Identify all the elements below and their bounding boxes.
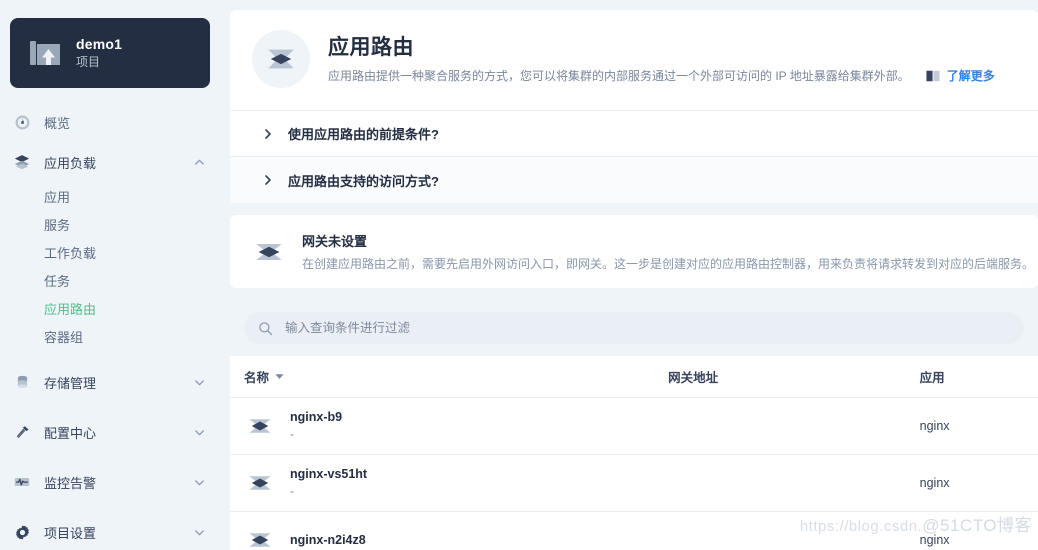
project-blueprint-icon (28, 36, 62, 70)
sidebar-item-overview[interactable]: 概览 (0, 102, 220, 142)
page-header: 应用路由 应用路由提供一种聚合服务的方式，您可以将集群的内部服务通过一个外部可访… (230, 10, 1038, 110)
sidebar-item-label: 监控告警 (44, 475, 97, 491)
sidebar-item-pods[interactable]: 容器组 (0, 322, 220, 350)
table-cell-name: nginx-vs51ht - (244, 466, 668, 500)
project-name: demo1 (76, 35, 123, 52)
route-name[interactable]: nginx-b9 (290, 409, 342, 426)
chevron-down-icon[interactable] (192, 525, 206, 539)
page-description: 应用路由提供一种聚合服务的方式，您可以将集群的内部服务通过一个外部可访问的 IP… (328, 69, 910, 84)
sidebar-subnav-app-workload: 应用 服务 工作负载 任务 应用路由 容器组 (0, 182, 220, 350)
sidebar-item-label: 存储管理 (44, 375, 97, 391)
table-cell-name: nginx-n2i4z8 (244, 524, 668, 550)
table-row[interactable]: nginx-b9 - nginx (230, 398, 1038, 455)
gear-icon (12, 522, 32, 542)
pulse-icon (12, 472, 32, 492)
project-card[interactable]: demo1 项目 (10, 18, 210, 88)
chevron-up-icon[interactable] (192, 155, 206, 169)
project-subtitle: 项目 (76, 55, 101, 70)
search-icon (258, 321, 273, 336)
route-subtitle: - (290, 427, 294, 442)
page-title: 应用路由 (328, 35, 414, 59)
chevron-down-icon[interactable] (192, 475, 206, 489)
table-header-app: 应用 (920, 367, 1038, 386)
search-input[interactable] (285, 321, 1010, 335)
table-header-gateway: 网关地址 (668, 367, 920, 386)
project-text: demo1 项目 (76, 36, 122, 71)
gateway-notice-title: 网关未设置 (302, 234, 368, 249)
page-banner-card: 应用路由 应用路由提供一种聚合服务的方式，您可以将集群的内部服务通过一个外部可访… (230, 10, 1038, 203)
gateway-notice-card: 网关未设置 在创建应用路由之前，需要先启用外网访问入口，即网关。这一步是创建对应… (230, 215, 1038, 288)
hammer-icon (12, 422, 32, 442)
sidebar-item-jobs[interactable]: 任务 (0, 266, 220, 294)
sidebar-subitem-label: 容器组 (44, 329, 84, 345)
sidebar-item-label: 项目设置 (44, 525, 97, 541)
dashboard-icon (12, 112, 32, 132)
route-bowtie-icon (244, 524, 276, 550)
book-icon (926, 70, 940, 82)
table-header-label: 网关地址 (668, 371, 719, 385)
page-description-line: 应用路由提供一种聚合服务的方式，您可以将集群的内部服务通过一个外部可访问的 IP… (328, 67, 1018, 84)
table-row[interactable]: nginx-n2i4z8 nginx (230, 512, 1038, 550)
table-header-label: 应用 (919, 371, 945, 385)
faq-row[interactable]: 应用路由支持的访问方式? (230, 157, 1038, 203)
sidebar-item-config[interactable]: 配置中心 (0, 412, 220, 452)
table-header-label: 名称 (244, 371, 270, 385)
route-bowtie-icon (252, 30, 310, 88)
database-icon (12, 372, 32, 392)
learn-more-label: 了解更多 (946, 69, 995, 84)
routes-table-card: 名称 网关地址 应用 (230, 300, 1038, 550)
sidebar-item-app-workload[interactable]: 应用负载 (0, 142, 220, 182)
route-bowtie-icon (244, 467, 276, 499)
sidebar-subitem-label: 应用 (44, 189, 71, 205)
faq-question: 使用应用路由的前提条件? (288, 127, 439, 142)
sidebar-item-workloads[interactable]: 工作负载 (0, 238, 220, 266)
route-bowtie-icon (244, 410, 276, 442)
sidebar-subitem-label: 服务 (44, 217, 71, 233)
sidebar-item-label: 应用负载 (44, 155, 97, 171)
route-name[interactable]: nginx-n2i4z8 (290, 532, 366, 549)
sidebar-item-project-settings[interactable]: 项目设置 (0, 512, 220, 550)
route-subtitle: - (290, 484, 294, 499)
sidebar-item-routes[interactable]: 应用路由 (0, 294, 220, 322)
faq-list: 使用应用路由的前提条件? 应用路由支持的访问方式? (230, 110, 1038, 203)
chevron-down-icon[interactable] (192, 425, 206, 439)
faq-row[interactable]: 使用应用路由的前提条件? (230, 111, 1038, 157)
chevron-right-icon (260, 126, 276, 142)
gateway-notice-texts: 网关未设置 在创建应用路由之前，需要先启用外网访问入口，即网关。这一步是创建对应… (302, 231, 1034, 272)
chevron-right-icon (260, 172, 276, 188)
table-cell-name: nginx-b9 - (244, 409, 668, 443)
sidebar-item-storage[interactable]: 存储管理 (0, 362, 220, 402)
layers-icon (12, 152, 32, 172)
gateway-notice-description: 在创建应用路由之前，需要先启用外网访问入口，即网关。这一步是创建对应的应用路由控… (302, 257, 1035, 271)
route-name[interactable]: nginx-vs51ht (290, 466, 367, 483)
table-toolbar (230, 300, 1038, 356)
sidebar-item-monitoring[interactable]: 监控告警 (0, 462, 220, 502)
route-bowtie-icon (252, 235, 286, 269)
table-cell-app: nginx (919, 533, 950, 547)
sidebar-item-label: 概览 (44, 115, 71, 131)
faq-question: 应用路由支持的访问方式? (288, 173, 439, 189)
caret-down-icon[interactable] (275, 373, 284, 380)
table-cell-app: nginx (919, 476, 950, 490)
sidebar-item-services[interactable]: 服务 (0, 210, 220, 238)
sidebar-subitem-label: 任务 (44, 273, 71, 289)
sidebar: demo1 项目 概览 应用负载 应用 服务 工作负载 任务 应用路由 容器组 … (0, 0, 220, 550)
sidebar-item-label: 配置中心 (44, 425, 97, 441)
chevron-down-icon[interactable] (192, 375, 206, 389)
search-box[interactable] (244, 312, 1024, 344)
sidebar-subitem-label: 应用路由 (44, 301, 97, 317)
table-header-name[interactable]: 名称 (244, 367, 668, 386)
main-content: 应用路由 应用路由提供一种聚合服务的方式，您可以将集群的内部服务通过一个外部可访… (220, 0, 1038, 550)
learn-more-link[interactable]: 了解更多 (926, 67, 995, 84)
sidebar-nav: 概览 应用负载 应用 服务 工作负载 任务 应用路由 容器组 存储管理 配置中心… (0, 102, 220, 550)
page-header-texts: 应用路由 应用路由提供一种聚合服务的方式，您可以将集群的内部服务通过一个外部可访… (328, 34, 1018, 84)
table-cell-app: nginx (919, 419, 950, 433)
sidebar-item-applications[interactable]: 应用 (0, 182, 220, 210)
sidebar-subitem-label: 工作负载 (44, 245, 97, 261)
app-root: demo1 项目 概览 应用负载 应用 服务 工作负载 任务 应用路由 容器组 … (0, 0, 1038, 550)
table-header-row: 名称 网关地址 应用 (230, 356, 1038, 398)
table-row[interactable]: nginx-vs51ht - nginx (230, 455, 1038, 512)
